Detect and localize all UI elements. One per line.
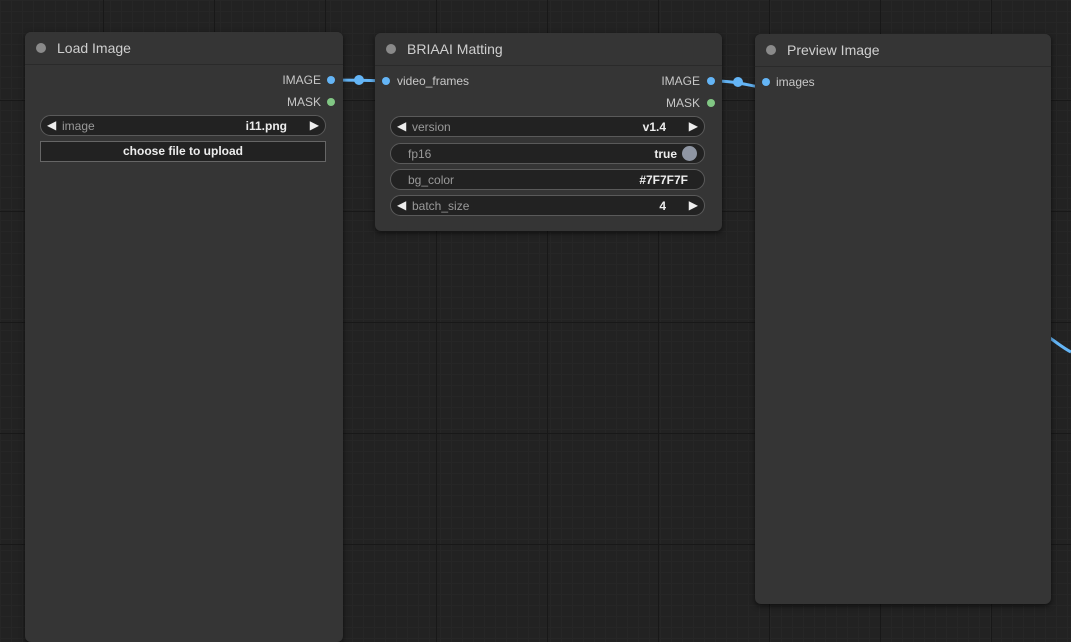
link-midpoint-dot[interactable] xyxy=(733,77,743,87)
bg-color-text-widget[interactable]: bg_color #7F7F7F xyxy=(390,169,705,190)
image-combo-widget[interactable]: ◀ image i11.png ▶ xyxy=(40,115,326,136)
output-slot-mask-icon[interactable] xyxy=(327,98,335,106)
widget-label: fp16 xyxy=(408,147,432,161)
left-triangle-icon[interactable]: ◀ xyxy=(47,118,56,132)
input-label-images: images xyxy=(776,75,815,89)
widget-label: bg_color xyxy=(408,173,455,187)
output-slot-image-icon[interactable] xyxy=(327,76,335,84)
node-header[interactable]: Preview Image xyxy=(755,34,1051,67)
version-combo-widget[interactable]: ◀ version v1.4 ▶ xyxy=(390,116,705,137)
left-triangle-icon[interactable]: ◀ xyxy=(397,119,406,133)
preview-image-node[interactable]: Preview Image images xyxy=(755,34,1051,604)
node-header[interactable]: BRIAAI Matting xyxy=(375,33,722,66)
output-label-image: IMAGE xyxy=(661,74,700,88)
widget-label: image xyxy=(62,119,95,133)
right-triangle-icon[interactable]: ▶ xyxy=(310,118,319,132)
collapse-dot-icon[interactable] xyxy=(386,44,396,54)
upload-button[interactable]: choose file to upload xyxy=(40,141,326,162)
left-triangle-icon[interactable]: ◀ xyxy=(397,198,406,212)
output-label-image: IMAGE xyxy=(282,73,321,87)
widget-value: i11.png xyxy=(245,119,287,133)
batch-size-number-widget[interactable]: ◀ batch_size 4 ▶ xyxy=(390,195,705,216)
collapse-dot-icon[interactable] xyxy=(766,45,776,55)
link-midpoint-dot[interactable] xyxy=(354,75,364,85)
widget-label: version xyxy=(412,120,451,134)
output-label-mask: MASK xyxy=(286,95,321,109)
node-title: Preview Image xyxy=(787,42,880,58)
input-slot-images-icon[interactable] xyxy=(762,78,770,86)
widget-value: v1.4 xyxy=(642,120,666,134)
node-header[interactable]: Load Image xyxy=(25,32,343,65)
collapse-dot-icon[interactable] xyxy=(36,43,46,53)
widget-value: #7F7F7F xyxy=(639,173,688,187)
output-label-mask: MASK xyxy=(665,96,700,110)
widget-label: batch_size xyxy=(412,199,470,213)
output-slot-mask-icon[interactable] xyxy=(707,99,715,107)
right-triangle-icon[interactable]: ▶ xyxy=(689,198,698,212)
link-offscreen xyxy=(1049,336,1071,354)
right-triangle-icon[interactable]: ▶ xyxy=(689,119,698,133)
load-image-node[interactable]: Load Image IMAGE MASK ◀ image i11.png ▶ … xyxy=(25,32,343,642)
output-slot-image-icon[interactable] xyxy=(707,77,715,85)
node-title: BRIAAI Matting xyxy=(407,41,503,57)
input-label-video-frames: video_frames xyxy=(397,74,470,88)
fp16-toggle-widget[interactable]: fp16 true xyxy=(390,143,705,164)
input-slot-video-frames-icon[interactable] xyxy=(382,77,390,85)
node-title: Load Image xyxy=(57,40,131,56)
toggle-knob-icon[interactable] xyxy=(682,146,697,161)
briaai-matting-node[interactable]: BRIAAI Matting video_frames IMAGE MASK ◀… xyxy=(375,33,722,231)
widget-value: 4 xyxy=(659,199,666,213)
widget-value: true xyxy=(654,147,677,161)
